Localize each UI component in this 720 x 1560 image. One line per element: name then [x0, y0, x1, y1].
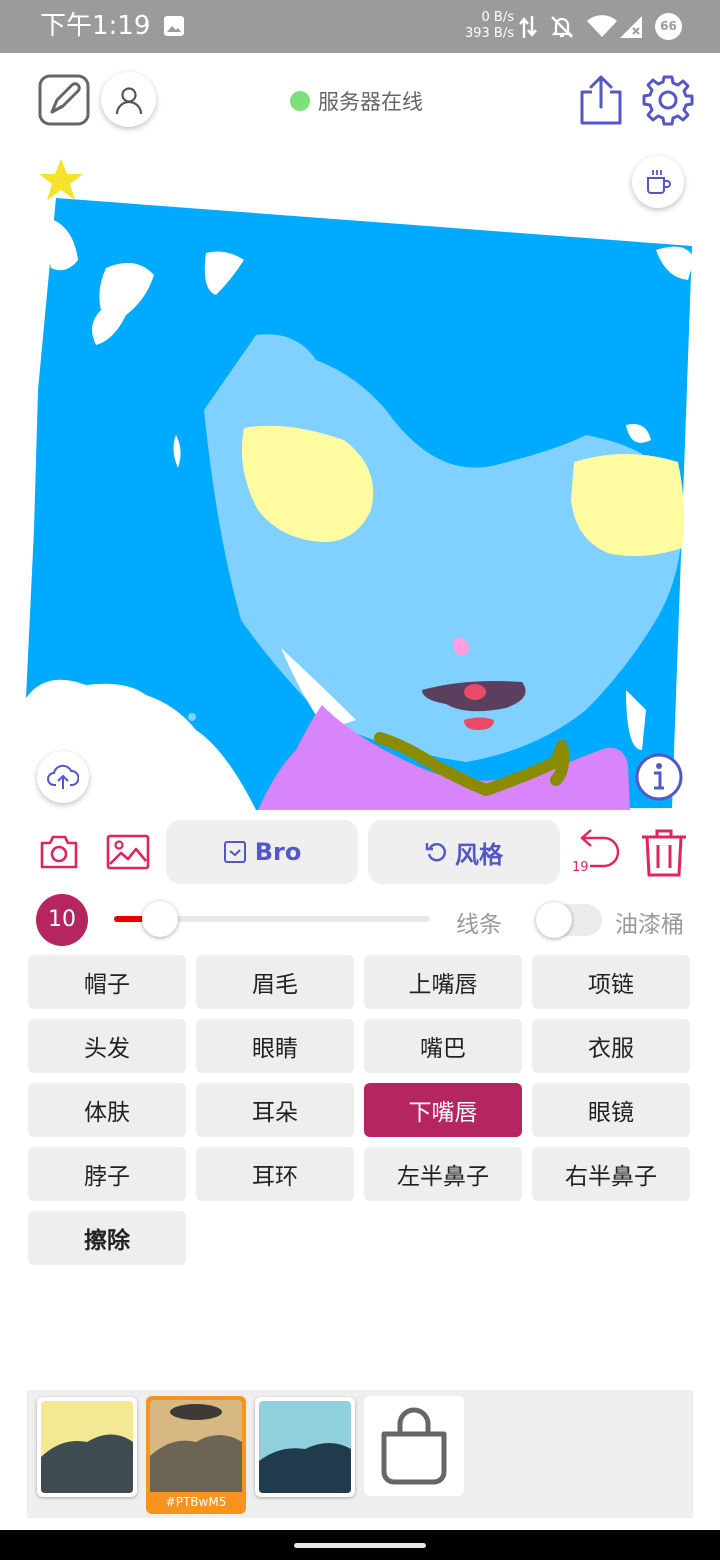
data-transfer-icon: [519, 16, 537, 38]
part-necklace[interactable]: 项链: [532, 955, 690, 1009]
camera-icon[interactable]: [40, 834, 78, 870]
network-speed: 0 B/s 393 B/s: [452, 10, 514, 42]
thumbnail-image: [150, 1400, 242, 1492]
star-icon[interactable]: [38, 158, 84, 202]
upload-button[interactable]: [37, 751, 89, 803]
shopping-bag-icon: [381, 1407, 447, 1485]
bell-off-icon: [551, 16, 573, 38]
server-status: 服务器在线: [290, 86, 423, 114]
battery-icon: 66: [655, 13, 682, 40]
style-thumbnail-selected[interactable]: #PTBwM5: [146, 1396, 246, 1514]
drawing-canvas[interactable]: [26, 150, 694, 810]
part-neck[interactable]: 脖子: [28, 1147, 186, 1201]
style-label: 风格: [455, 840, 503, 869]
edit-canvas-icon[interactable]: [38, 74, 90, 126]
style-thumbnail[interactable]: [255, 1397, 355, 1497]
shop-button[interactable]: [364, 1396, 464, 1496]
user-button[interactable]: [101, 72, 156, 127]
bro-button[interactable]: Bro: [166, 820, 358, 884]
gallery-icon[interactable]: [106, 834, 150, 870]
gear-icon[interactable]: [642, 74, 694, 126]
part-lower-lip[interactable]: 下嘴唇: [364, 1083, 522, 1137]
erase-button[interactable]: 擦除: [28, 1211, 186, 1265]
status-bar: 下午1:19 0 B/s 393 B/s 66: [0, 0, 720, 53]
undo-count: 19: [572, 860, 589, 875]
part-clothes[interactable]: 衣服: [532, 1019, 690, 1073]
part-right-nose[interactable]: 右半鼻子: [532, 1147, 690, 1201]
part-left-nose[interactable]: 左半鼻子: [364, 1147, 522, 1201]
checkbox-icon: [223, 841, 246, 863]
net-down: 393 B/s: [464, 26, 514, 41]
coffee-button[interactable]: [632, 156, 684, 208]
part-skin[interactable]: 体肤: [28, 1083, 186, 1137]
part-mouth[interactable]: 嘴巴: [364, 1019, 522, 1073]
part-upper-lip[interactable]: 上嘴唇: [364, 955, 522, 1009]
net-up: 0 B/s: [481, 10, 514, 25]
style-code: #PTBwM5: [165, 1495, 227, 1509]
trash-icon[interactable]: [640, 828, 688, 878]
sketch-drawing[interactable]: [26, 150, 694, 810]
user-icon: [115, 86, 142, 114]
coffee-cup-icon: [647, 170, 671, 194]
info-icon[interactable]: [634, 752, 684, 802]
style-button[interactable]: 风格: [368, 820, 560, 884]
home-indicator[interactable]: [294, 1543, 426, 1548]
image-icon: [164, 16, 184, 36]
refresh-icon: [425, 843, 446, 862]
part-ears[interactable]: 耳朵: [196, 1083, 354, 1137]
wifi-icon: [587, 15, 617, 37]
slider-thumb[interactable]: [142, 901, 178, 937]
mode-bucket-label: 油漆桶: [615, 912, 684, 938]
toggle-knob[interactable]: [536, 902, 572, 938]
part-hat[interactable]: 帽子: [28, 955, 186, 1009]
undo-button[interactable]: 19: [570, 828, 624, 878]
status-dot: [290, 91, 310, 111]
brush-size-indicator: 10: [36, 894, 88, 946]
thumbnail-image: [41, 1401, 133, 1493]
cloud-upload-icon: [47, 764, 79, 789]
status-time: 下午1:19: [40, 11, 151, 41]
server-status-label: 服务器在线: [318, 90, 423, 114]
part-eyes[interactable]: 眼睛: [196, 1019, 354, 1073]
signal-icon: [620, 16, 642, 38]
style-thumbnail[interactable]: [37, 1397, 137, 1497]
part-hair[interactable]: 头发: [28, 1019, 186, 1073]
thumbnail-image: [259, 1401, 351, 1493]
part-earrings[interactable]: 耳环: [196, 1147, 354, 1201]
share-icon[interactable]: [578, 74, 624, 126]
part-eyebrows[interactable]: 眉毛: [196, 955, 354, 1009]
mode-line-label: 线条: [456, 912, 502, 938]
bro-label: Bro: [254, 838, 302, 866]
part-glasses[interactable]: 眼镜: [532, 1083, 690, 1137]
